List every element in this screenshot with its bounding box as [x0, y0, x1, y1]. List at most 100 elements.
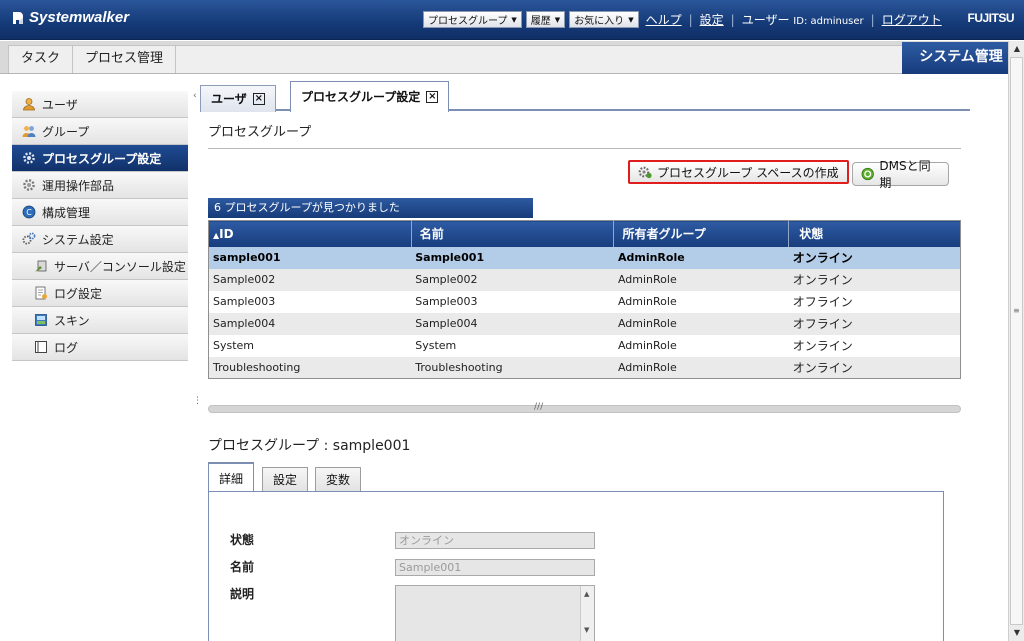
splitter-grip-icon: ///	[534, 402, 544, 412]
separator: |	[730, 12, 735, 27]
main-nav-bar: タスク プロセス管理	[0, 41, 1008, 74]
name-field: Sample001	[395, 559, 595, 576]
sidebar-item-operation-components[interactable]: 運用操作部品	[12, 172, 188, 199]
sidebar-item-server-console-settings[interactable]: サーバ／コンソール設定	[12, 253, 188, 280]
name-label: 名前	[230, 560, 255, 574]
svg-text:C: C	[26, 208, 32, 217]
separator: |	[688, 12, 693, 27]
close-icon[interactable]: ×	[426, 91, 439, 103]
tab-label: プロセスグループ設定	[301, 89, 421, 104]
sidebar-item-label: ユーザ	[42, 97, 78, 112]
current-user: ユーザー ID: adminuser	[739, 11, 867, 28]
history-menu[interactable]: 履歴 ▼	[525, 11, 566, 28]
table-row[interactable]: Sample003 Sample003 AdminRole オフライン	[208, 290, 961, 313]
description-label: 説明	[230, 587, 255, 601]
nav-tab-system-admin[interactable]: システム管理	[902, 42, 1020, 74]
log-icon	[35, 341, 47, 353]
column-header-label: 所有者グループ	[622, 227, 706, 242]
sidebar-splitter[interactable]: ‹ ⋮	[191, 91, 202, 641]
scroll-up-icon[interactable]: ▲	[584, 590, 589, 598]
process-group-menu[interactable]: プロセスグループ ▼	[423, 11, 522, 28]
cell-owner: AdminRole	[613, 356, 789, 379]
cell-name: Sample003	[411, 290, 614, 313]
scroll-thumb[interactable]	[1010, 57, 1023, 625]
product-logo: Systemwalker	[10, 9, 129, 26]
sidebar-item-label: 構成管理	[42, 205, 91, 220]
user-id: ID: adminuser	[793, 16, 864, 27]
status-label: 状態	[230, 533, 255, 547]
sync-icon	[861, 167, 874, 181]
cell-status: オンライン	[788, 356, 961, 379]
column-header-name[interactable]: 名前	[411, 220, 615, 247]
horizontal-splitter[interactable]: ///	[208, 402, 961, 413]
column-header-id[interactable]: ▲ID	[208, 220, 412, 247]
separator: |	[870, 12, 875, 27]
sidebar-item-group[interactable]: グループ	[12, 118, 188, 145]
cell-id: Sample004	[208, 312, 412, 335]
chevron-down-icon: ▼	[511, 15, 517, 24]
sidebar-item-user[interactable]: ユーザ	[12, 91, 188, 118]
sidebar-item-label: サーバ／コンソール設定	[54, 259, 186, 274]
table-row[interactable]: sample001 Sample001 AdminRole オンライン	[208, 246, 961, 269]
logout-link[interactable]: ログアウト	[879, 11, 945, 28]
vertical-scrollbar[interactable]: ▲ ≡ ▼	[1008, 41, 1024, 641]
column-header-label: ID	[219, 226, 234, 241]
tab-process-group-settings[interactable]: プロセスグループ設定 ×	[290, 81, 450, 112]
sidebar-item-configuration[interactable]: C 構成管理	[12, 199, 188, 226]
favorites-menu[interactable]: お気に入り ▼	[569, 11, 639, 28]
sidebar-item-process-group-settings[interactable]: プロセスグループ設定	[12, 145, 188, 172]
sidebar-item-log-settings[interactable]: ログ設定	[12, 280, 188, 307]
chevron-down-icon: ▼	[628, 15, 634, 24]
favorites-menu-label: お気に入り	[574, 16, 625, 27]
cell-status: オフライン	[788, 312, 961, 335]
sync-button-label: DMSと同期	[879, 159, 931, 190]
create-process-group-space-button[interactable]: プロセスグループ スペースの作成	[628, 160, 849, 184]
user-prefix: ユーザー	[741, 13, 790, 27]
nav-tabs: タスク プロセス管理	[8, 45, 1008, 73]
close-icon[interactable]: ×	[252, 93, 265, 105]
collapse-arrow-icon[interactable]: ‹	[193, 91, 197, 101]
scroll-down-icon[interactable]: ▼	[584, 626, 589, 634]
section-title: プロセスグループ	[208, 125, 312, 140]
systemwalker-logo-icon	[13, 11, 23, 24]
column-header-owner-group[interactable]: 所有者グループ	[613, 220, 790, 247]
sidebar-item-log[interactable]: ログ	[12, 334, 188, 361]
table-row[interactable]: Troubleshooting Troubleshooting AdminRol…	[208, 356, 961, 379]
process-group-menu-label: プロセスグループ	[428, 16, 508, 27]
textarea-scrollbar[interactable]: ▲ ▼	[580, 586, 594, 641]
column-header-status[interactable]: 状態	[788, 220, 961, 247]
tab-user[interactable]: ユーザ ×	[200, 85, 276, 112]
cell-owner: AdminRole	[613, 334, 789, 357]
nav-tab-task[interactable]: タスク	[9, 46, 74, 73]
status-field: オンライン	[395, 532, 595, 549]
tab-variables[interactable]: 変数	[315, 467, 362, 492]
table-row[interactable]: System System AdminRole オンライン	[208, 334, 961, 357]
table-row[interactable]: Sample004 Sample004 AdminRole オフライン	[208, 312, 961, 335]
content-tabs: ユーザ × プロセスグループ設定 ×	[200, 80, 970, 112]
cell-owner: AdminRole	[613, 290, 789, 313]
gear-icon	[23, 152, 35, 164]
detail-title: プロセスグループ : sample001	[208, 435, 410, 455]
column-header-label: 名前	[419, 227, 444, 242]
cell-name: System	[411, 334, 614, 357]
table-row[interactable]: Sample002 Sample002 AdminRole オンライン	[208, 268, 961, 291]
tab-details[interactable]: 詳細	[208, 462, 255, 493]
sidebar-item-system-settings[interactable]: システム設定	[12, 226, 188, 253]
sidebar-item-label: グループ	[42, 124, 90, 139]
sidebar-item-skin[interactable]: スキン	[12, 307, 188, 334]
cell-status: オンライン	[788, 334, 961, 357]
chevron-down-icon: ▼	[554, 15, 561, 24]
history-menu-label: 履歴	[530, 16, 551, 27]
help-link[interactable]: ヘルプ	[643, 11, 685, 28]
scroll-up-icon[interactable]: ▲	[1009, 41, 1024, 57]
scroll-down-icon[interactable]: ▼	[1009, 625, 1024, 641]
nav-tab-process-management[interactable]: プロセス管理	[73, 46, 177, 73]
cell-id: Sample002	[208, 268, 412, 291]
settings-link[interactable]: 設定	[697, 11, 727, 28]
result-count: 6 プロセスグループが見つかりました	[208, 198, 533, 218]
sync-dms-button[interactable]: DMSと同期	[852, 159, 949, 190]
description-textarea[interactable]: ▲ ▼	[395, 585, 595, 641]
cell-name: Sample004	[411, 312, 614, 335]
cell-owner: AdminRole	[613, 312, 789, 335]
tab-settings[interactable]: 設定	[262, 467, 309, 492]
